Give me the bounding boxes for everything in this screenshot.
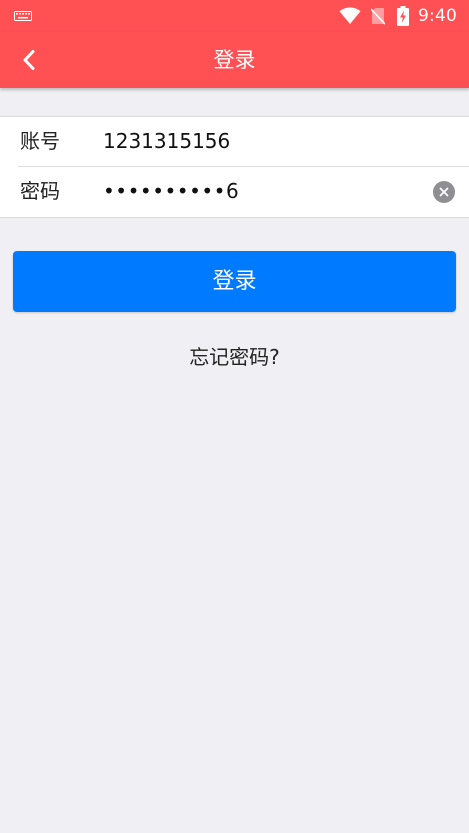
clear-icon [439,187,449,197]
account-row: 账号 1231315156 [0,117,469,167]
account-label: 账号 [20,129,60,153]
clear-password-button[interactable] [433,181,455,203]
login-button[interactable]: 登录 [13,251,456,312]
no-sim-icon [371,8,386,25]
status-icons: 9:40 [339,0,457,32]
wifi-icon [339,7,361,24]
login-form: 账号 1231315156 密码 ••••••••••6 [0,116,469,218]
forgot-password-label: 忘记密码? [189,345,280,369]
password-row: 密码 ••••••••••6 [0,167,469,217]
status-bar: 9:40 [0,0,469,32]
account-input[interactable]: 1231315156 [103,117,230,165]
password-label: 密码 [20,179,60,203]
forgot-password-link[interactable]: 忘记密码? [0,340,469,374]
page-title: 登录 [213,48,256,72]
app-bar: 登录 [0,32,469,88]
status-time: 9:40 [418,6,457,26]
battery-charging-icon [397,6,410,26]
keyboard-icon [14,11,32,21]
password-input[interactable]: ••••••••••6 [103,167,239,215]
